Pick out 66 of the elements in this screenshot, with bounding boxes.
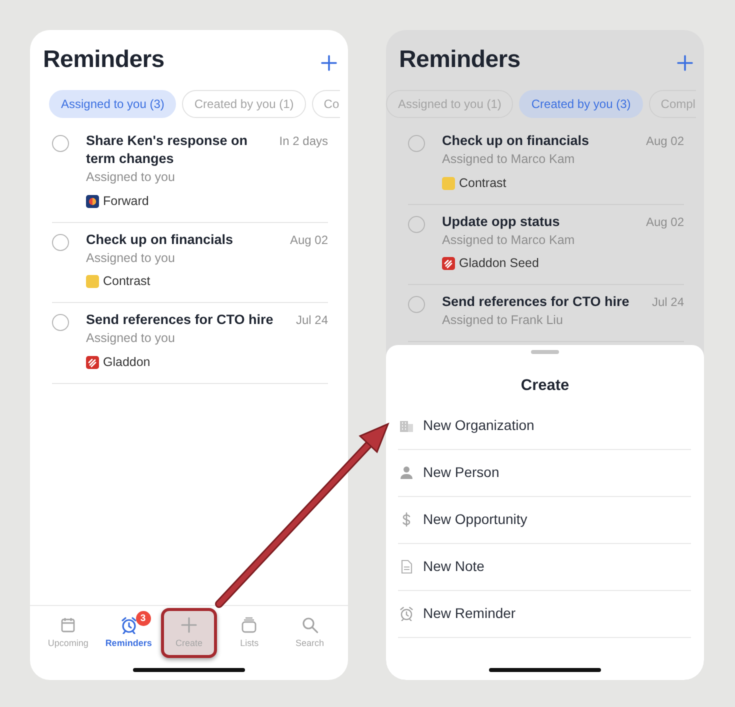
tab-bar-item[interactable]: Reminders 3 xyxy=(100,608,157,658)
assignee-text: Assigned to you xyxy=(86,169,176,186)
due-date: Aug 02 xyxy=(290,232,328,248)
menu-item[interactable]: New Person xyxy=(398,450,691,498)
building-icon xyxy=(399,418,414,434)
complete-checkbox[interactable] xyxy=(52,234,69,250)
complete-checkbox[interactable] xyxy=(52,135,69,152)
organization-name: Forward xyxy=(103,192,149,210)
tab-bar-item[interactable]: Create xyxy=(160,608,217,658)
reminder-title: Share Ken's response on term changes xyxy=(86,132,249,168)
due-date: In 2 days xyxy=(279,133,328,150)
organization-name: Contrast xyxy=(103,273,150,290)
organization-name: Gladdon xyxy=(103,354,150,371)
filter-tab[interactable]: Assigned to you (1) xyxy=(386,90,514,118)
logo-icon xyxy=(442,176,455,190)
plus-icon xyxy=(676,54,694,72)
complete-checkbox[interactable] xyxy=(408,216,425,232)
plus-icon xyxy=(180,616,198,634)
assignee-text: Assigned to Marco Kam xyxy=(442,232,576,249)
sheet-title: Create xyxy=(520,376,570,396)
tab-bar-item[interactable]: Upcoming xyxy=(40,608,96,658)
filter-tab[interactable]: Created by you (1) xyxy=(182,90,306,118)
stack-icon xyxy=(240,616,258,634)
person-icon xyxy=(399,465,414,480)
filter-tab[interactable]: Created by you (3) xyxy=(519,90,643,118)
complete-checkbox[interactable] xyxy=(408,296,425,313)
complete-checkbox[interactable] xyxy=(52,314,69,331)
assignee-text: Assigned to you xyxy=(86,250,176,267)
menu-item[interactable]: New Organization xyxy=(398,403,691,450)
due-date: Aug 02 xyxy=(646,133,684,150)
assignee-text: Assigned to Frank Liu xyxy=(442,312,564,329)
due-date: Jul 24 xyxy=(652,294,684,311)
plus-icon xyxy=(320,54,338,72)
filter-tab[interactable]: Assigned to you (3) xyxy=(49,90,176,118)
logo-icon xyxy=(442,257,455,270)
tab-bar-item[interactable]: Search xyxy=(282,608,338,658)
due-date: Jul 24 xyxy=(296,312,328,329)
assignee-text: Assigned to Marco Kam xyxy=(442,151,576,168)
tab-bar-item[interactable]: Lists xyxy=(221,608,278,658)
page-title: Reminders xyxy=(399,45,520,75)
sheet-handle[interactable] xyxy=(531,350,559,354)
reminder-title: Check up on financials xyxy=(442,132,590,150)
reminder-title: Update opp status xyxy=(442,212,560,230)
notification-badge: 3 xyxy=(136,611,151,626)
filter-tab[interactable]: Compl xyxy=(648,90,696,118)
menu-item[interactable]: New Opportunity xyxy=(398,497,691,544)
menu-item[interactable]: New Note xyxy=(398,544,691,592)
logo-icon xyxy=(86,194,99,208)
logo-icon xyxy=(86,275,99,288)
complete-checkbox[interactable] xyxy=(408,135,425,152)
due-date: Aug 02 xyxy=(646,214,684,230)
reminder-title: Check up on financials xyxy=(86,230,234,248)
alarm-clock-icon xyxy=(399,606,414,622)
assignee-text: Assigned to you xyxy=(86,330,176,347)
search-icon xyxy=(300,616,319,634)
reminder-title: Send references for CTO hire xyxy=(86,311,274,329)
organization-name: Gladdon Seed xyxy=(459,255,539,272)
reminder-title: Send references for CTO hire xyxy=(442,293,630,311)
filter-tab[interactable]: Co xyxy=(312,90,340,118)
calendar-icon xyxy=(59,616,78,634)
organization-name: Contrast xyxy=(459,174,506,192)
page-title: Reminders xyxy=(43,45,164,75)
menu-item[interactable]: New Reminder xyxy=(398,591,691,638)
note-icon xyxy=(399,559,414,574)
logo-icon xyxy=(86,356,99,369)
alarm-clock-icon xyxy=(120,616,138,634)
